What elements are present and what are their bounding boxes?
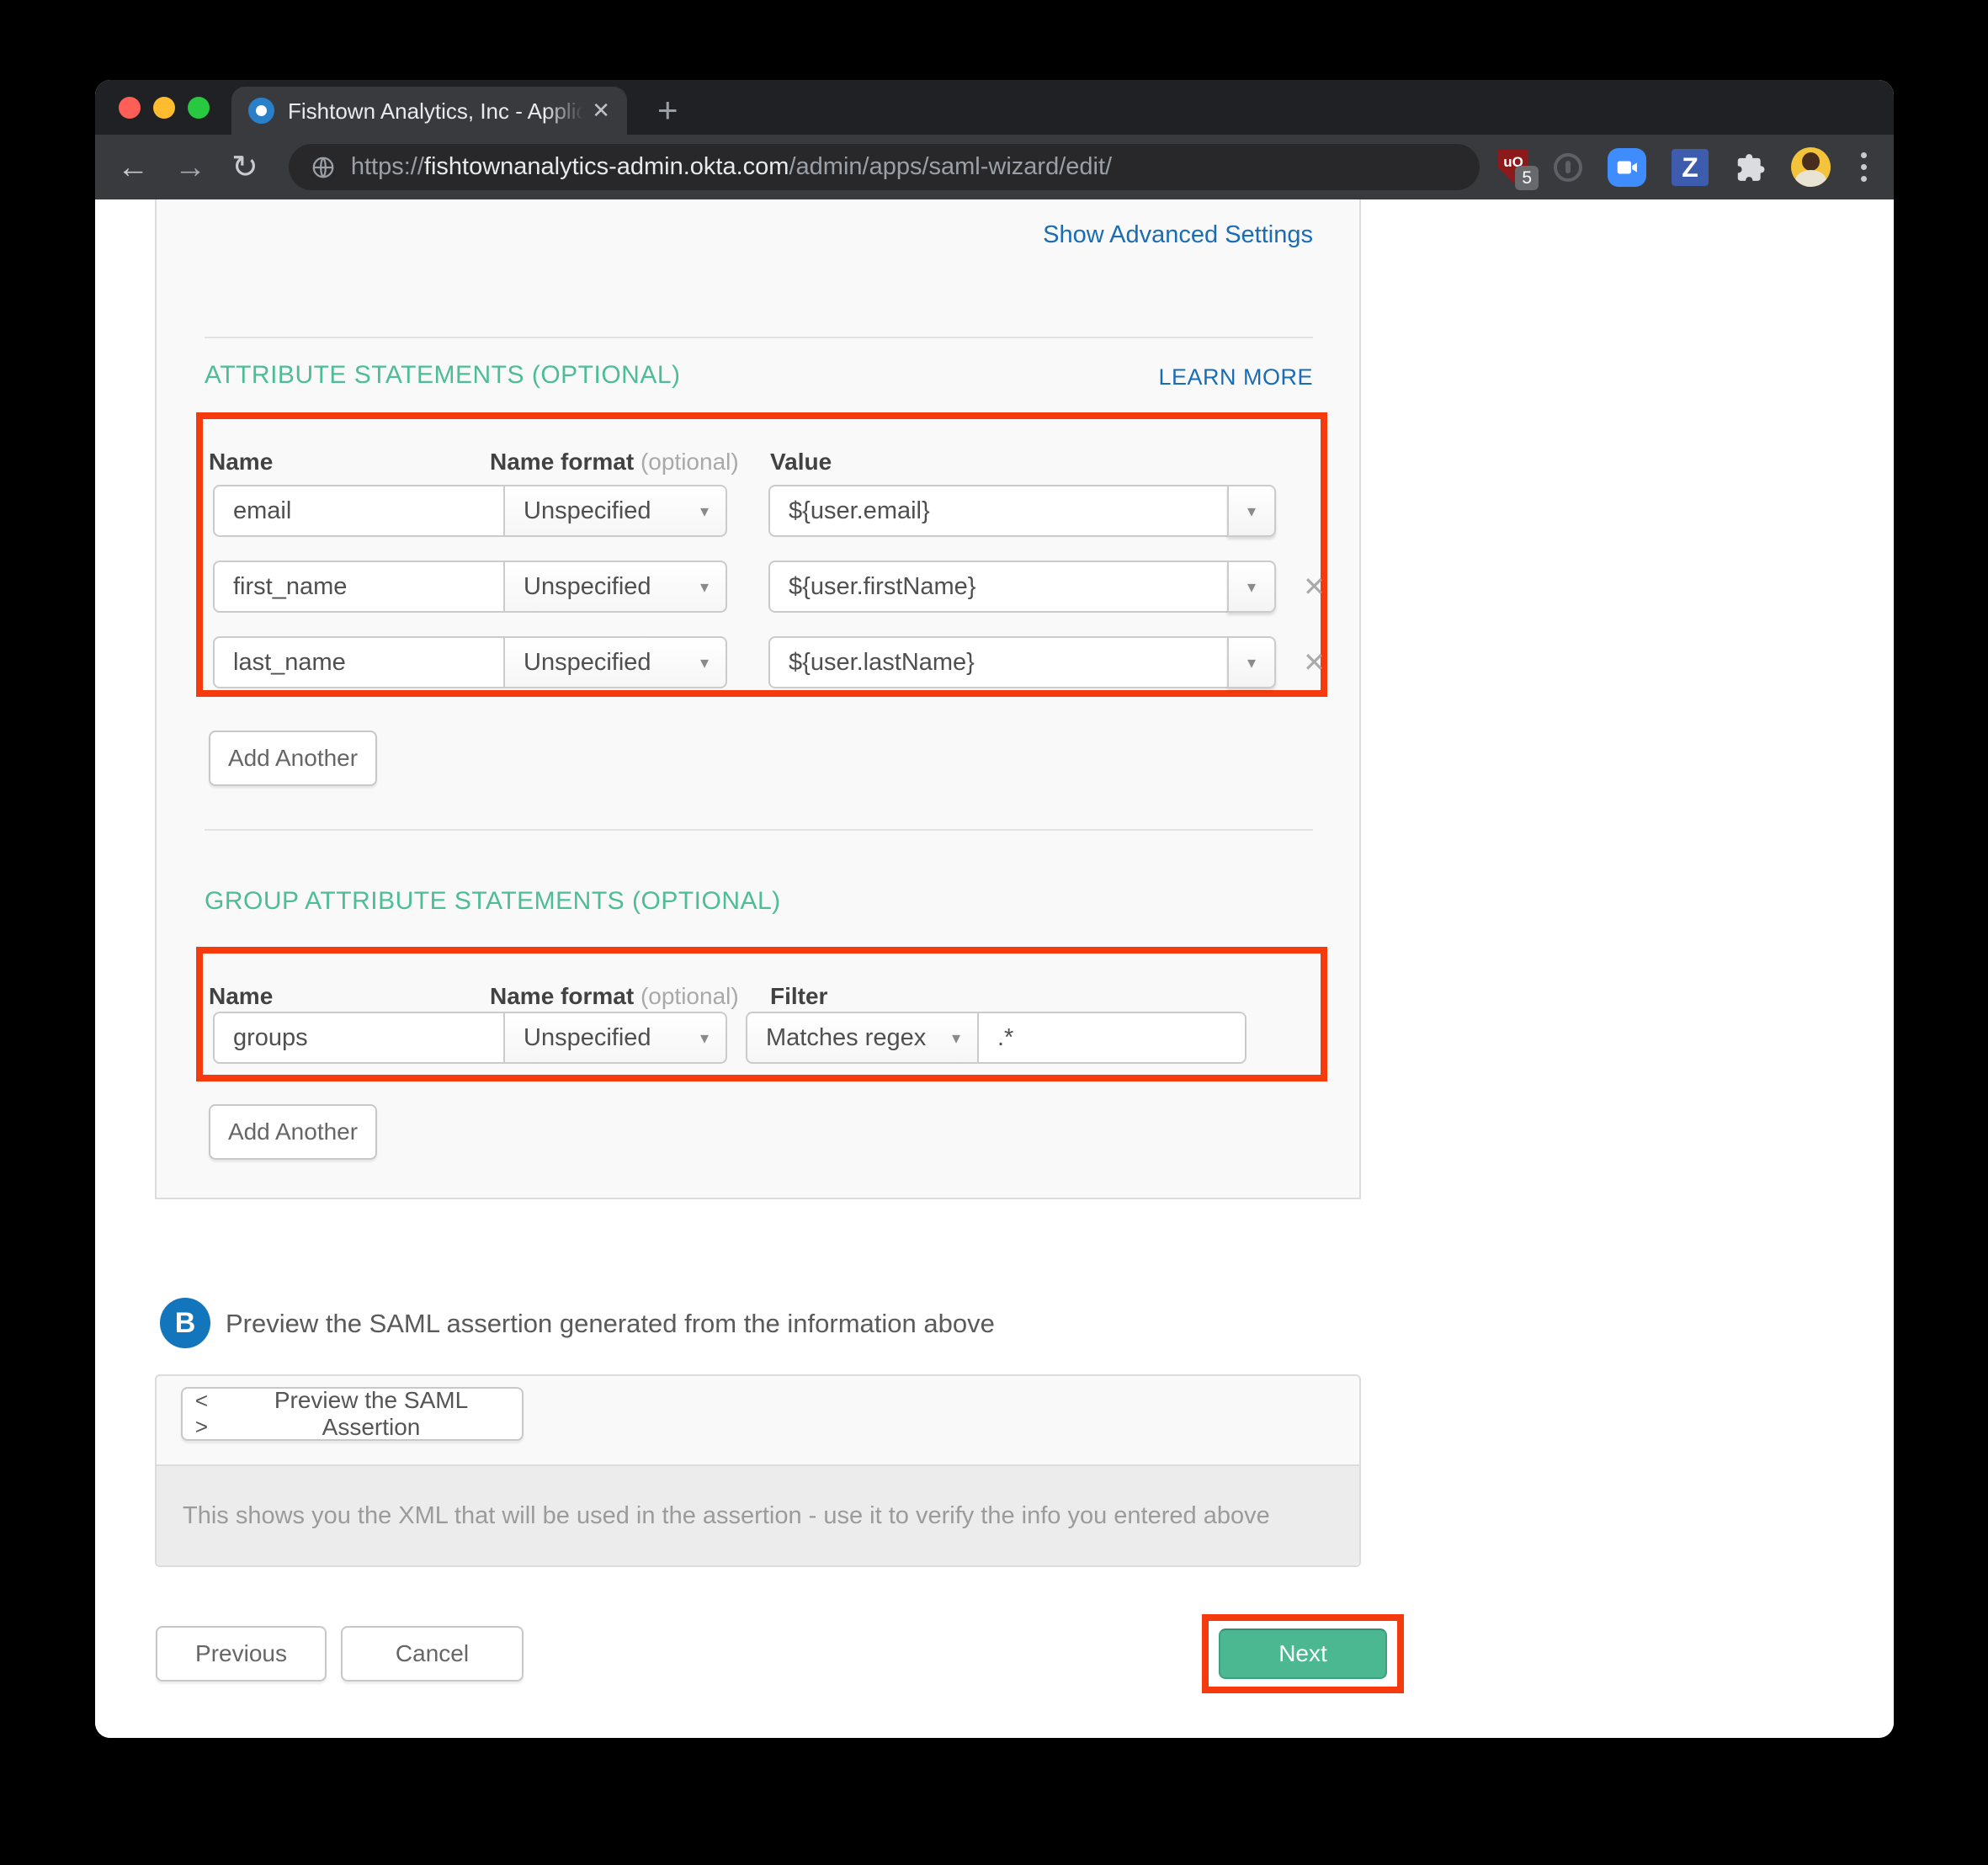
okta-favicon-icon <box>248 98 274 124</box>
group-attribute-statements-heading: GROUP ATTRIBUTE STATEMENTS (OPTIONAL) <box>205 887 781 916</box>
preview-note: This shows you the XML that will be used… <box>183 1502 1270 1530</box>
url-scheme: https:// <box>351 153 424 181</box>
column-header-name-format: Name format (optional) <box>490 449 739 476</box>
extensions-puzzle-icon[interactable] <box>1734 151 1766 183</box>
ublock-extension-icon[interactable]: uO 5 <box>1498 150 1528 185</box>
attribute-name-input[interactable] <box>213 636 505 688</box>
remove-row-icon[interactable]: ✕ <box>1303 571 1326 603</box>
column-header-value: Value <box>770 449 832 476</box>
name-format-select[interactable]: Unspecified ▾ <box>503 1012 727 1064</box>
section-divider <box>205 829 1313 831</box>
chevron-down-icon: ▾ <box>1247 577 1256 598</box>
back-icon[interactable]: ← <box>117 151 149 183</box>
attribute-row: Unspecified ▾ ▾ ✕ <box>213 636 1326 688</box>
avatar-body <box>1795 170 1826 187</box>
tab-title: Fishtown Analytics, Inc - Applic <box>288 98 583 124</box>
column-header-name-format: Name format (optional) <box>490 983 739 1010</box>
learn-more-link[interactable]: LEARN MORE <box>1158 364 1313 391</box>
password-manager-extension-icon[interactable] <box>1554 153 1582 182</box>
attribute-value-input[interactable] <box>768 561 1229 613</box>
preview-saml-assertion-button[interactable]: < > Preview the SAML Assertion <box>181 1387 524 1441</box>
attribute-value-input[interactable] <box>768 485 1229 537</box>
preview-note-panel: This shows you the XML that will be used… <box>157 1464 1359 1565</box>
reload-icon[interactable]: ↻ <box>231 151 258 183</box>
okta-saml-wizard-page: Show Advanced Settings ATTRIBUTE STATEME… <box>95 199 1894 1738</box>
browser-window: Fishtown Analytics, Inc - Applic ✕ + ← →… <box>95 80 1894 1738</box>
filter-type-select[interactable]: Matches regex ▾ <box>746 1012 979 1064</box>
chevron-down-icon: ▾ <box>952 1028 960 1049</box>
browser-menu-icon[interactable] <box>1856 152 1872 182</box>
address-bar[interactable]: https://fishtownanalytics-admin.okta.com… <box>289 144 1480 190</box>
chevron-down-icon: ▾ <box>700 577 709 598</box>
attribute-value-input[interactable] <box>768 636 1229 688</box>
name-format-select[interactable]: Unspecified ▾ <box>503 485 727 537</box>
minimize-window-button[interactable] <box>153 97 175 119</box>
attribute-value-combobox: ▾ <box>768 485 1276 537</box>
avatar-head <box>1802 152 1820 171</box>
chevron-down-icon: ▾ <box>700 652 709 673</box>
section-divider <box>205 337 1313 338</box>
step-b-title: Preview the SAML assertion generated fro… <box>226 1309 995 1339</box>
chevron-down-icon: ▾ <box>1247 652 1256 673</box>
previous-button[interactable]: Previous <box>156 1626 327 1682</box>
forward-icon[interactable]: → <box>174 151 206 183</box>
ublock-badge: 5 <box>1515 166 1539 190</box>
column-header-name: Name <box>209 983 273 1010</box>
value-dropdown-button[interactable]: ▾ <box>1227 561 1276 613</box>
attribute-value-combobox: ▾ <box>768 636 1276 688</box>
column-header-filter: Filter <box>770 983 827 1010</box>
tab-okta-admin[interactable]: Fishtown Analytics, Inc - Applic ✕ <box>231 87 627 135</box>
filter-value-input[interactable] <box>977 1012 1246 1064</box>
attribute-row: Unspecified ▾ ▾ ✕ <box>213 561 1326 613</box>
close-tab-icon[interactable]: ✕ <box>592 98 610 124</box>
attribute-statements-heading: ATTRIBUTE STATEMENTS (OPTIONAL) <box>205 361 681 390</box>
value-dropdown-button[interactable]: ▾ <box>1227 636 1276 688</box>
zoom-window-button[interactable] <box>188 97 210 119</box>
add-another-attribute-button[interactable]: Add Another <box>209 731 377 786</box>
name-format-select[interactable]: Unspecified ▾ <box>503 636 727 688</box>
group-attribute-row: Unspecified ▾ Matches regex ▾ <box>213 1012 1246 1064</box>
add-another-group-attribute-button[interactable]: Add Another <box>209 1104 377 1160</box>
code-brackets-icon: < > <box>188 1388 214 1440</box>
attribute-name-input[interactable] <box>213 561 505 613</box>
attribute-row: Unspecified ▾ ▾ <box>213 485 1276 537</box>
globe-icon <box>311 155 336 180</box>
name-format-select[interactable]: Unspecified ▾ <box>503 561 727 613</box>
extension-icons: uO 5 Z <box>1498 147 1872 187</box>
attribute-value-combobox: ▾ <box>768 561 1276 613</box>
video-camera-extension-icon[interactable] <box>1608 148 1646 187</box>
chevron-down-icon: ▾ <box>700 501 709 522</box>
next-button[interactable]: Next <box>1219 1629 1387 1679</box>
tab-strip: Fishtown Analytics, Inc - Applic ✕ + <box>95 80 1894 135</box>
browser-toolbar: ← → ↻ https://fishtownanalytics-admin.ok… <box>95 135 1894 199</box>
attribute-name-input[interactable] <box>213 485 505 537</box>
z-extension-icon[interactable]: Z <box>1672 149 1709 186</box>
tab-title-wrap: Fishtown Analytics, Inc - Applic <box>288 97 583 125</box>
url-path: /admin/apps/saml-wizard/edit/ <box>789 153 1112 181</box>
url-host: fishtownanalytics-admin.okta.com <box>424 153 789 181</box>
chevron-down-icon: ▾ <box>700 1028 709 1049</box>
group-name-input[interactable] <box>213 1012 505 1064</box>
value-dropdown-button[interactable]: ▾ <box>1227 485 1276 537</box>
cancel-button[interactable]: Cancel <box>341 1626 524 1682</box>
traffic-lights <box>119 97 210 119</box>
close-window-button[interactable] <box>119 97 141 119</box>
new-tab-button[interactable]: + <box>657 90 678 130</box>
step-b-badge: B <box>160 1298 210 1348</box>
column-header-name: Name <box>209 449 273 476</box>
profile-avatar[interactable] <box>1791 147 1831 187</box>
chevron-down-icon: ▾ <box>1247 501 1256 522</box>
show-advanced-settings-link[interactable]: Show Advanced Settings <box>1043 221 1313 249</box>
preview-assertion-card: < > Preview the SAML Assertion This show… <box>155 1374 1361 1567</box>
remove-row-icon[interactable]: ✕ <box>1303 646 1326 678</box>
